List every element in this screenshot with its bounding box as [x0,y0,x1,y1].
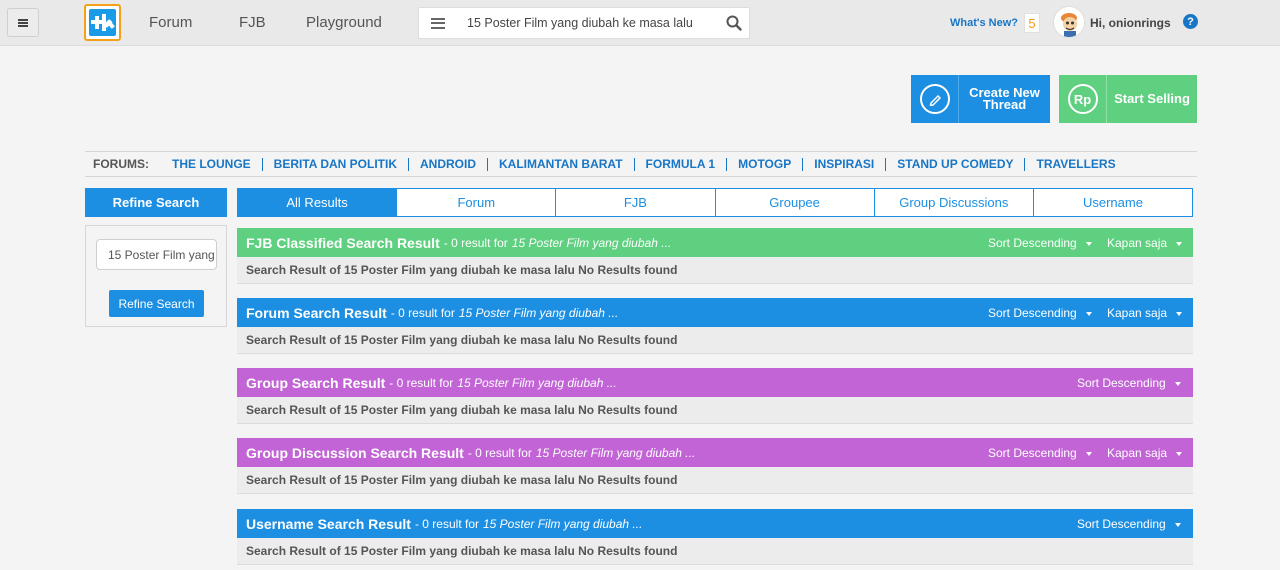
caret-down-icon [1085,451,1092,456]
fjb-result-section: FJB Classified Search Result - 0 result … [237,228,1193,284]
create-thread-label: Create New Thread [969,85,1040,112]
result-message: Search Result of 15 Poster Film yang diu… [237,467,1193,494]
refine-search-input[interactable] [96,239,217,270]
avatar[interactable] [1053,6,1085,38]
result-header: Group Discussion Search Result - 0 resul… [237,438,1193,467]
nav-playground[interactable]: Playground [306,14,382,31]
result-header: Group Search Result - 0 result for 15 Po… [237,368,1193,397]
whats-new-link[interactable]: What's New? [950,17,1018,29]
start-selling-button[interactable]: Rp Start Selling [1059,75,1197,123]
forum-link-travellers[interactable]: TRAVELLERS [1025,157,1126,171]
time-dropdown[interactable]: Kapan saja [1107,306,1183,320]
group-result-section: Group Search Result - 0 result for 15 Po… [237,368,1193,424]
start-selling-label: Start Selling [1114,91,1190,106]
result-header: FJB Classified Search Result - 0 result … [237,228,1193,257]
user-greeting[interactable]: Hi, onionrings [1090,16,1171,30]
hamburger-icon [18,18,28,27]
result-title: Group Search Result [246,374,386,391]
search-bar [418,7,750,39]
result-count: - 0 result for [389,375,454,390]
result-tabs: All Results Forum FJB Groupee Group Disc… [237,188,1194,217]
sort-dropdown[interactable]: Sort Descending [988,306,1092,320]
kaskus-logo[interactable] [84,4,121,41]
result-query: 15 Poster Film yang diubah ... [457,375,617,390]
main-menu-button[interactable] [7,8,39,37]
top-bar: Forum FJB Playground What's New? 5 Hi, o… [0,0,1280,46]
result-query: 15 Poster Film yang diubah ... [535,445,696,460]
tab-groupee[interactable]: Groupee [715,188,875,217]
result-title: Forum Search Result [246,304,387,321]
help-icon[interactable]: ? [1183,14,1198,29]
username-result-section: Username Search Result - 0 result for 15… [237,509,1193,565]
create-thread-button[interactable]: Create New Thread [911,75,1050,123]
caret-down-icon [1176,241,1183,246]
tab-fjb[interactable]: FJB [556,188,716,217]
tab-all-results[interactable]: All Results [237,188,398,217]
notification-badge[interactable]: 5 [1024,13,1040,33]
rupiah-icon: Rp [1067,84,1098,114]
result-query: 15 Poster Film yang diubah ... [511,235,672,250]
nav-forum[interactable]: Forum [149,14,192,31]
caret-down-icon [1085,241,1092,246]
result-header: Username Search Result - 0 result for 15… [237,509,1193,538]
forum-link-berita-dan-politik[interactable]: BERITA DAN POLITIK [263,157,409,171]
result-header: Forum Search Result - 0 result for 15 Po… [237,298,1193,327]
forum-link-motogp[interactable]: MOTOGP [727,157,804,171]
result-count: - 0 result for [390,305,455,320]
user-avatar-icon [1054,7,1084,37]
caret-down-icon [1176,451,1183,456]
forum-link-the-lounge[interactable]: THE LOUNGE [161,157,263,171]
logo-icon [89,9,116,36]
time-dropdown[interactable]: Kapan saja [1107,446,1183,460]
nav-fjb[interactable]: FJB [239,14,266,31]
caret-down-icon [1085,311,1092,316]
sort-dropdown[interactable]: Sort Descending [1077,376,1181,390]
pencil-icon [919,84,950,114]
forum-link-android[interactable]: ANDROID [409,157,488,171]
search-input[interactable] [459,8,719,38]
refine-search-panel: Refine Search [85,225,227,327]
tab-username[interactable]: Username [1033,188,1194,217]
result-message: Search Result of 15 Poster Film yang diu… [237,538,1193,565]
refine-search-button[interactable]: Refine Search [109,290,204,317]
list-icon [431,17,445,29]
result-count: - 0 result for [467,445,532,460]
time-dropdown[interactable]: Kapan saja [1107,236,1183,250]
caret-down-icon [1174,381,1181,386]
forum-link-kalimantan-barat[interactable]: KALIMANTAN BARAT [488,157,635,171]
forums-bar: FORUMS: THE LOUNGE BERITA DAN POLITIK AN… [85,151,1197,177]
forum-link-inspirasi[interactable]: INSPIRASI [803,157,887,171]
refine-search-heading: Refine Search [85,188,227,217]
result-query: 15 Poster Film yang diubah ... [458,305,619,320]
result-query: 15 Poster Film yang diubah ... [483,516,643,531]
search-icon[interactable] [725,14,743,32]
forum-result-section: Forum Search Result - 0 result for 15 Po… [237,298,1193,354]
result-count: - 0 result for [443,235,508,250]
result-message: Search Result of 15 Poster Film yang diu… [237,327,1193,354]
caret-down-icon [1176,311,1183,316]
caret-down-icon [1174,522,1181,527]
result-title: Username Search Result [246,515,411,532]
forum-link-stand-up-comedy[interactable]: STAND UP COMEDY [886,157,1026,171]
result-message: Search Result of 15 Poster Film yang diu… [237,257,1193,284]
tab-group-discussions[interactable]: Group Discussions [874,188,1034,217]
result-message: Search Result of 15 Poster Film yang diu… [237,397,1193,424]
forum-link-formula-1[interactable]: FORMULA 1 [635,157,728,171]
result-title: Group Discussion Search Result [246,444,464,461]
result-count: - 0 result for [414,516,479,531]
sort-dropdown[interactable]: Sort Descending [988,236,1092,250]
tab-forum[interactable]: Forum [397,188,557,217]
sort-dropdown[interactable]: Sort Descending [988,446,1092,460]
group-discussion-result-section: Group Discussion Search Result - 0 resul… [237,438,1193,494]
result-title: FJB Classified Search Result [246,234,440,251]
forums-label: FORUMS: [93,157,149,171]
search-category-button[interactable] [419,8,457,38]
sort-dropdown[interactable]: Sort Descending [1077,517,1181,531]
